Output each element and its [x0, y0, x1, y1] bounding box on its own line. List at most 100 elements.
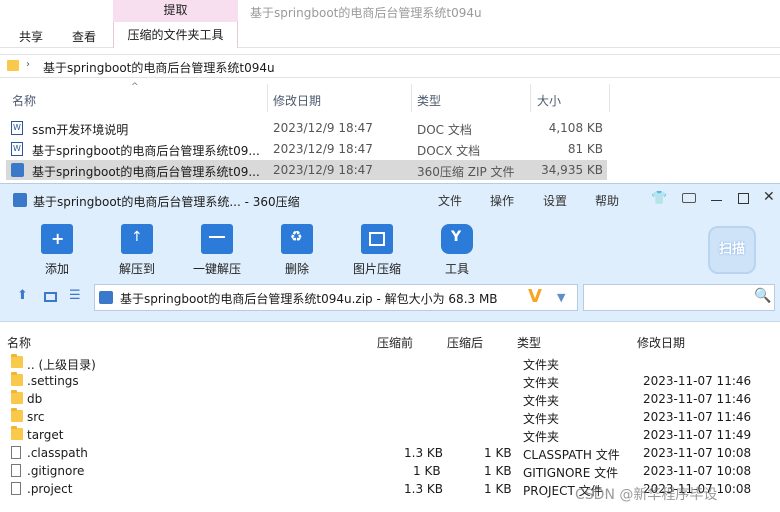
file-size: 81 KB — [567, 142, 603, 156]
close-icon[interactable]: ✕ — [763, 189, 775, 205]
zip-file-type: 文件夹 — [523, 394, 560, 408]
add-icon: + — [41, 224, 73, 254]
menu-settings[interactable]: 设置 — [543, 192, 567, 209]
folder-icon — [11, 390, 23, 404]
up-arrow-icon[interactable]: ⬆ — [17, 288, 28, 303]
menu-help[interactable]: 帮助 — [595, 192, 619, 209]
zip-file-name: .classpath — [27, 446, 88, 460]
sort-up-icon: ^ — [131, 82, 139, 92]
word-doc-icon: W — [11, 121, 23, 135]
zip-navbar: ⬆ ☰ 基于springboot的电商后台管理系统t094u.zip - 解包大… — [0, 276, 780, 322]
feedback-icon[interactable] — [682, 193, 696, 203]
extract-to-button[interactable]: ↑ 解压到 — [102, 224, 172, 277]
column-divider[interactable] — [411, 84, 412, 112]
file-row-selected[interactable]: 基于springboot的电商后台管理系统t09... 2023/12/9 18… — [6, 160, 607, 180]
menu-operate[interactable]: 操作 — [490, 192, 514, 209]
folder-icon — [11, 408, 23, 422]
maximize-icon[interactable] — [738, 193, 749, 204]
zip-column-before[interactable]: 压缩前 — [377, 334, 413, 351]
column-name[interactable]: 名称 — [12, 92, 36, 109]
tools-label: 工具 — [444, 262, 469, 276]
search-input[interactable]: 🔍 — [583, 284, 775, 311]
image-compress-label: 图片压缩 — [352, 262, 401, 276]
zip-file-date: 2023-11-07 11:46 — [643, 392, 752, 406]
zip-row[interactable]: .gitignore 1 KB 1 KB GITIGNORE 文件 2023-1… — [0, 462, 780, 480]
file-date: 2023/12/9 18:47 — [273, 142, 373, 156]
one-click-extract-icon — [201, 224, 233, 254]
dropdown-icon[interactable]: ▼ — [557, 291, 565, 304]
folder-icon — [11, 354, 23, 368]
zip-row[interactable]: db 文件夹 2023-11-07 11:46 — [0, 390, 780, 408]
one-click-extract-button[interactable]: 一键解压 — [182, 224, 252, 277]
column-modified[interactable]: 修改日期 — [273, 92, 321, 109]
zip-row[interactable]: .settings 文件夹 2023-11-07 11:46 — [0, 372, 780, 390]
zip-file-name: .. (上级目录) — [27, 358, 96, 372]
zip-row[interactable]: target 文件夹 2023-11-07 11:49 — [0, 426, 780, 444]
zip-file-date: 2023-11-07 10:08 — [643, 446, 752, 460]
zip-row[interactable]: .classpath 1.3 KB 1 KB CLASSPATH 文件 2023… — [0, 444, 780, 462]
one-click-extract-label: 一键解压 — [192, 262, 241, 276]
menu-file[interactable]: 文件 — [438, 192, 462, 209]
zip-file-name: .settings — [27, 374, 79, 388]
file-icon — [11, 464, 21, 477]
zip-file-type: GITIGNORE 文件 — [523, 466, 619, 480]
v-icon[interactable]: V — [528, 286, 542, 307]
add-button[interactable]: + 添加 — [22, 224, 92, 277]
zip-file-after: 1 KB — [484, 464, 512, 478]
zip-row[interactable]: .. (上级目录) 文件夹 — [0, 354, 780, 372]
minimize-icon[interactable] — [711, 200, 722, 201]
chevron-right-icon: › — [26, 59, 30, 70]
file-row[interactable]: W 基于springboot的电商后台管理系统t09... 2023/12/9 … — [6, 139, 607, 159]
delete-button[interactable]: ♻ 删除 — [262, 224, 332, 277]
zip-file-date: 2023-11-07 11:46 — [643, 374, 752, 388]
path-field[interactable]: 基于springboot的电商后台管理系统t094u.zip - 解包大小为 6… — [94, 284, 578, 311]
image-compress-button[interactable]: 图片压缩 — [342, 224, 412, 277]
zip-column-after[interactable]: 压缩后 — [447, 334, 483, 351]
zip-archive-icon — [99, 291, 113, 304]
list-view-icon[interactable]: ☰ — [69, 288, 81, 303]
skin-icon[interactable]: 👕 — [651, 191, 667, 206]
zip-file-type: 文件夹 — [523, 376, 560, 390]
zip-file-before: 1.3 KB — [404, 446, 443, 460]
word-docx-icon: W — [11, 142, 23, 156]
zip-file-type: 文件夹 — [523, 358, 560, 372]
tab-share[interactable]: 共享 — [19, 28, 43, 48]
folder-icon — [7, 60, 19, 71]
search-icon[interactable]: 🔍 — [754, 288, 771, 304]
zip-file-name: .project — [27, 482, 73, 496]
file-name: ssm开发环境说明 — [32, 123, 129, 137]
zip-file-after: 1 KB — [484, 446, 512, 460]
file-row[interactable]: W ssm开发环境说明 2023/12/9 18:47 DOC 文档 4,108… — [6, 118, 607, 138]
zip-window: 基于springboot的电商后台管理系统... - 360压缩 文件 操作 设… — [0, 183, 780, 512]
tab-extract[interactable]: 提取 — [113, 0, 238, 22]
zip-column-date[interactable]: 修改日期 — [637, 334, 685, 351]
zip-file-type: 文件夹 — [523, 430, 560, 444]
column-divider[interactable] — [530, 84, 531, 112]
scan-button[interactable]: 扫描 — [708, 226, 756, 274]
column-divider[interactable] — [609, 84, 610, 112]
zip-column-type[interactable]: 类型 — [517, 334, 541, 351]
address-path: 基于springboot的电商后台管理系统t094u — [43, 61, 275, 75]
column-divider[interactable] — [267, 84, 268, 112]
tools-button[interactable]: Y 工具 — [422, 224, 492, 277]
file-type: DOCX 文档 — [417, 144, 481, 158]
zip-file-date: 2023-11-07 10:08 — [643, 464, 752, 478]
file-type: 360压缩 ZIP 文件 — [417, 165, 515, 179]
column-size[interactable]: 大小 — [537, 92, 561, 109]
address-bar[interactable]: › 基于springboot的电商后台管理系统t094u — [0, 54, 780, 78]
file-icon — [11, 446, 21, 459]
zip-file-before: 1.3 KB — [404, 482, 443, 496]
view-icon[interactable] — [44, 292, 57, 302]
zip-title: 基于springboot的电商后台管理系统... - 360压缩 — [33, 195, 300, 209]
tab-compressed-folder-tools[interactable]: 压缩的文件夹工具 — [113, 22, 238, 48]
zip-file-before: 1 KB — [413, 464, 441, 478]
watermark: CSDN @新华程序毕设 — [575, 487, 718, 503]
zip-file-name: src — [27, 410, 45, 424]
extract-to-icon: ↑ — [121, 224, 153, 254]
tab-view[interactable]: 查看 — [72, 28, 96, 48]
zip-column-name[interactable]: 名称 — [7, 334, 31, 351]
zip-row[interactable]: src 文件夹 2023-11-07 11:46 — [0, 408, 780, 426]
file-name: 基于springboot的电商后台管理系统t09... — [32, 165, 260, 179]
column-type[interactable]: 类型 — [417, 92, 441, 109]
path-text: 基于springboot的电商后台管理系统t094u.zip - 解包大小为 6… — [120, 292, 498, 306]
